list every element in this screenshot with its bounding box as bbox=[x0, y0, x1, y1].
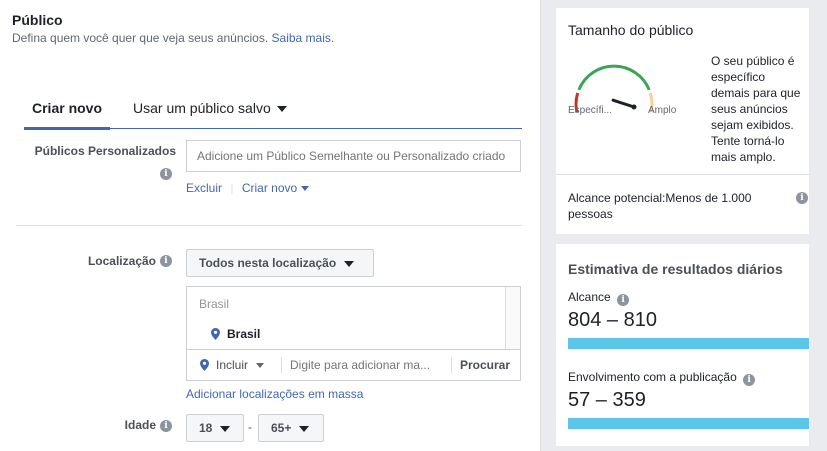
location-scrollbar[interactable] bbox=[505, 287, 520, 349]
info-icon[interactable]: i bbox=[743, 374, 756, 386]
tab-create-new-label: Criar novo bbox=[32, 100, 103, 116]
custom-audiences-actions: Excluir | Criar novo bbox=[186, 181, 310, 195]
create-new-audience-link[interactable]: Criar novo bbox=[241, 181, 310, 195]
info-icon[interactable]: i bbox=[796, 192, 808, 204]
location-search-input[interactable] bbox=[290, 355, 440, 375]
tab-use-saved[interactable]: Usar um público salvo bbox=[133, 100, 287, 116]
tab-create-new[interactable]: Criar novo bbox=[23, 100, 111, 130]
location-selected-item[interactable]: Brasil bbox=[227, 327, 260, 341]
audience-size-card: Tamanho do público Específi... Amplo O s… bbox=[556, 8, 809, 234]
caret-down-icon bbox=[344, 260, 355, 267]
search-separator bbox=[451, 357, 452, 373]
bulk-add-locations-link[interactable]: Adicionar localizações em massa bbox=[186, 387, 363, 401]
custom-audiences-input[interactable] bbox=[186, 140, 521, 172]
age-min-dropdown[interactable]: 18 bbox=[186, 414, 244, 442]
reach-label-row: Alcance i bbox=[568, 290, 630, 306]
caret-down-icon bbox=[299, 425, 310, 432]
include-dropdown[interactable]: Incluir bbox=[216, 358, 265, 372]
audience-size-description: O seu público é específico demais para q… bbox=[711, 54, 801, 164]
age-max-value: 65+ bbox=[271, 421, 292, 435]
include-separator bbox=[281, 357, 282, 373]
gauge-broad-label: Amplo bbox=[648, 105, 677, 116]
reach-bar bbox=[568, 338, 809, 349]
location-type-dropdown[interactable]: Todos nesta localização bbox=[186, 249, 374, 277]
audience-tabs: Criar novo Usar um público salvo bbox=[23, 96, 522, 130]
custom-audiences-label: Públicos Personalizados bbox=[34, 144, 176, 158]
audience-panel: Público Defina quem você quer que veja s… bbox=[0, 0, 540, 451]
info-icon[interactable]: i bbox=[617, 294, 630, 306]
engagement-bar bbox=[568, 418, 809, 429]
section-title: Público bbox=[12, 12, 63, 28]
audience-size-title: Tamanho do público bbox=[568, 22, 694, 38]
caret-down-icon bbox=[220, 425, 231, 432]
age-label: Idade bbox=[124, 418, 156, 432]
audience-gauge bbox=[574, 64, 654, 112]
location-country-header: Brasil bbox=[199, 297, 230, 311]
sidebar: Tamanho do público Específi... Amplo O s… bbox=[540, 0, 827, 451]
info-icon[interactable]: i bbox=[160, 168, 172, 180]
location-box: Brasil Brasil Incluir Procurar bbox=[186, 286, 521, 381]
daily-results-card: Estimativa de resultados diários Alcance… bbox=[556, 244, 809, 446]
location-pin-icon bbox=[200, 359, 209, 371]
card-divider bbox=[556, 174, 809, 175]
engagement-label-row: Envolvimento com a publicação i bbox=[568, 370, 756, 386]
caret-down-icon bbox=[301, 186, 310, 192]
gauge-specific-label: Específi... bbox=[568, 105, 612, 116]
create-new-audience-label: Criar novo bbox=[241, 181, 298, 195]
browse-button[interactable]: Procurar bbox=[460, 358, 510, 372]
tab-use-saved-label: Usar um público salvo bbox=[133, 100, 271, 116]
daily-results-title: Estimativa de resultados diários bbox=[568, 261, 783, 277]
caret-down-icon bbox=[256, 363, 265, 369]
location-pin-icon bbox=[211, 328, 220, 340]
section-subtitle: Defina quem você quer que veja seus anún… bbox=[12, 31, 334, 45]
actions-separator: | bbox=[230, 181, 234, 195]
reach-label: Alcance bbox=[568, 290, 611, 304]
exclude-link[interactable]: Excluir bbox=[186, 181, 222, 195]
info-icon[interactable]: i bbox=[160, 255, 172, 267]
section-divider bbox=[16, 225, 522, 226]
include-label: Incluir bbox=[216, 358, 249, 372]
reach-value: 804 – 810 bbox=[568, 309, 657, 331]
age-min-value: 18 bbox=[199, 421, 213, 435]
engagement-value: 57 – 359 bbox=[568, 389, 646, 411]
caret-down-icon bbox=[276, 106, 287, 113]
learn-more-link[interactable]: Saiba mais. bbox=[272, 31, 335, 45]
location-label: Localização bbox=[87, 254, 156, 268]
age-max-dropdown[interactable]: 65+ bbox=[258, 414, 324, 442]
location-add-row: Incluir Procurar bbox=[187, 349, 520, 380]
engagement-label: Envolvimento com a publicação bbox=[568, 370, 737, 384]
info-icon[interactable]: i bbox=[160, 420, 172, 432]
age-separator: - bbox=[248, 420, 252, 434]
potential-reach: Alcance potencial:Menos de 1.000 pessoas bbox=[568, 191, 752, 221]
location-type-label: Todos nesta localização bbox=[199, 256, 337, 270]
section-subtitle-text: Defina quem você quer que veja seus anún… bbox=[12, 31, 269, 45]
